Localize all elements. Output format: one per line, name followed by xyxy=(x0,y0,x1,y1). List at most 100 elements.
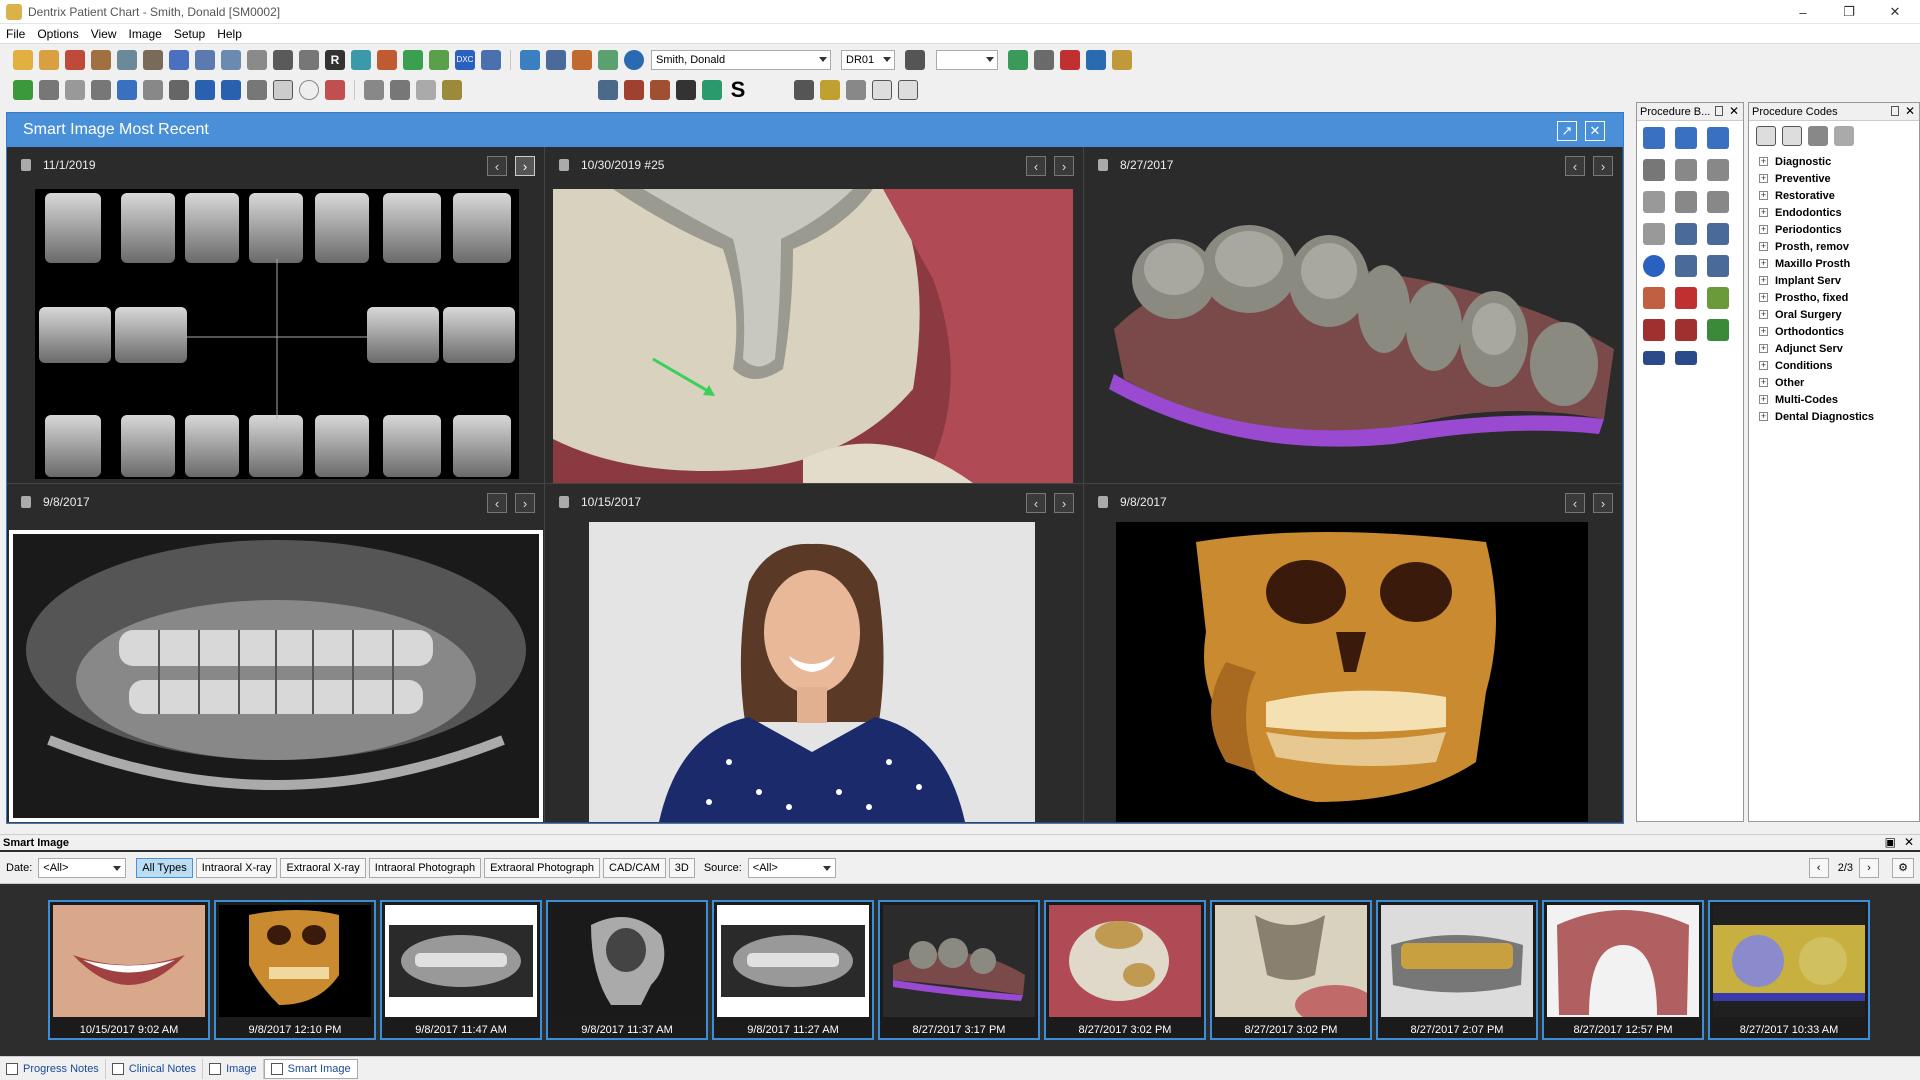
tools-icon[interactable] xyxy=(442,80,462,100)
image-cell-panoramic[interactable]: 9/8/2017 ‹ › xyxy=(7,484,545,823)
oval-icon[interactable] xyxy=(299,80,319,100)
next-image-button[interactable]: › xyxy=(515,156,535,176)
pin-icon[interactable]: ▣ xyxy=(1885,835,1896,849)
proc-category[interactable]: + Oral Surgery xyxy=(1749,306,1919,323)
expand-icon[interactable]: ↗ xyxy=(1557,121,1577,141)
info-icon[interactable] xyxy=(624,50,644,70)
xray-icon[interactable] xyxy=(1675,255,1697,277)
menu-image[interactable]: Image xyxy=(123,27,168,41)
expand-icon[interactable]: + xyxy=(1759,293,1768,302)
thumbnail[interactable]: 9/8/2017 12:10 PM xyxy=(214,900,376,1040)
quick-letters-icon[interactable] xyxy=(299,50,319,70)
appointment-book-icon[interactable] xyxy=(13,50,33,70)
tooth-icon[interactable] xyxy=(143,80,163,100)
filter-extraoral-photograph[interactable]: Extraoral Photograph xyxy=(484,857,601,878)
perio-icon[interactable] xyxy=(117,50,137,70)
expand-icon[interactable]: + xyxy=(1759,395,1768,404)
dxc-icon[interactable]: DXC xyxy=(455,50,475,70)
expand-icon[interactable]: + xyxy=(1759,191,1768,200)
apps-icon[interactable] xyxy=(702,80,722,100)
code-150-icon[interactable] xyxy=(1675,191,1697,213)
xray-icon[interactable] xyxy=(195,80,215,100)
close-icon[interactable]: ✕ xyxy=(1904,835,1914,849)
xray-icon[interactable] xyxy=(1707,223,1729,245)
eraser2-icon[interactable] xyxy=(846,80,866,100)
settings-gear-icon[interactable] xyxy=(390,80,410,100)
w-icon[interactable] xyxy=(1707,319,1729,341)
proc-category[interactable]: + Restorative xyxy=(1749,187,1919,204)
tab-progress-notes[interactable]: Progress Notes xyxy=(0,1058,106,1079)
grid-red-icon[interactable] xyxy=(624,80,644,100)
next-page-button[interactable]: › xyxy=(1859,857,1879,878)
family-file-icon[interactable] xyxy=(39,50,59,70)
continuing-care-icon[interactable] xyxy=(221,50,241,70)
thumbnail[interactable]: 8/27/2017 3:02 PM xyxy=(1044,900,1206,1040)
referral-icon[interactable]: R xyxy=(325,50,345,70)
thumbnail[interactable]: 8/27/2017 3:17 PM xyxy=(878,900,1040,1040)
prev-page-button[interactable]: ‹ xyxy=(1808,857,1829,878)
restore-button[interactable]: ❐ xyxy=(1826,0,1872,24)
pencil-icon[interactable] xyxy=(820,80,840,100)
proc-category[interactable]: + Conditions xyxy=(1749,357,1919,374)
check-icon[interactable] xyxy=(1086,50,1106,70)
image-icon[interactable] xyxy=(221,80,241,100)
next-image-button[interactable]: › xyxy=(1054,156,1074,176)
eclaims-icon[interactable] xyxy=(481,50,501,70)
hand-icon[interactable] xyxy=(91,80,111,100)
pin-icon[interactable] xyxy=(1891,106,1899,116)
report-icon[interactable] xyxy=(273,50,293,70)
crown-icon[interactable] xyxy=(1707,127,1729,149)
prev-image-button[interactable]: ‹ xyxy=(487,493,507,513)
tab-clinical-notes[interactable]: Clinical Notes xyxy=(106,1058,204,1079)
thumbnail[interactable]: 8/27/2017 10:33 AM xyxy=(1708,900,1870,1040)
thumbnail[interactable]: 8/27/2017 2:07 PM xyxy=(1376,900,1538,1040)
proc-category[interactable]: + Adjunct Serv xyxy=(1749,340,1919,357)
table-icon[interactable] xyxy=(872,80,892,100)
tooth-icon[interactable] xyxy=(1643,223,1665,245)
thumbnail[interactable]: 9/8/2017 11:37 AM xyxy=(546,900,708,1040)
layers-icon[interactable] xyxy=(598,80,618,100)
close-icon[interactable]: ✕ xyxy=(1905,104,1915,118)
xray-icon[interactable] xyxy=(1707,255,1729,277)
frame-icon[interactable] xyxy=(650,80,670,100)
chart-icon[interactable] xyxy=(91,50,111,70)
tooth-green-icon[interactable] xyxy=(1707,287,1729,309)
prescription-icon[interactable] xyxy=(351,50,371,70)
status-select[interactable] xyxy=(936,50,998,70)
tab-image[interactable]: Image xyxy=(203,1058,264,1079)
expand-icon[interactable]: + xyxy=(1759,157,1768,166)
treatment-planner-icon[interactable] xyxy=(143,50,163,70)
proc-category[interactable]: + Endodontics xyxy=(1749,204,1919,221)
expand-icon[interactable]: + xyxy=(1759,259,1768,268)
face-icon[interactable] xyxy=(1643,287,1665,309)
thumbnail[interactable]: 9/8/2017 11:27 AM xyxy=(712,900,874,1040)
expand-icon[interactable]: + xyxy=(1759,242,1768,251)
implant-icon[interactable] xyxy=(364,80,384,100)
thumbnail[interactable]: 9/8/2017 11:47 AM xyxy=(380,900,542,1040)
provider-select[interactable]: DR01 xyxy=(841,50,895,70)
perio2-icon[interactable] xyxy=(1675,351,1697,365)
grid-view-icon[interactable] xyxy=(273,80,293,100)
prev-image-button[interactable]: ‹ xyxy=(1565,156,1585,176)
image-cell-fmx[interactable]: 11/1/2019 ‹ › xyxy=(7,147,545,484)
settings-gear-icon[interactable]: ⚙ xyxy=(1892,857,1914,878)
clinical-notes-icon[interactable] xyxy=(546,50,566,70)
filter-intraoral-xray[interactable]: Intraoral X-ray xyxy=(195,857,278,878)
s-logo-icon[interactable]: S xyxy=(728,79,748,101)
draw-icon[interactable] xyxy=(169,80,189,100)
emergency-icon[interactable] xyxy=(1675,287,1697,309)
mouth-icon[interactable] xyxy=(325,80,345,100)
close-icon[interactable]: ✕ xyxy=(1729,104,1739,118)
word-icon[interactable] xyxy=(676,80,696,100)
implant-icon[interactable] xyxy=(1643,159,1665,181)
thumbnail[interactable]: 8/27/2017 12:57 PM xyxy=(1542,900,1704,1040)
proc-category[interactable]: + Prostho, fixed xyxy=(1749,289,1919,306)
proc-category[interactable]: + Prosth, remov xyxy=(1749,238,1919,255)
image-cell-intraoral-photo[interactable]: 10/30/2019 #25 ‹ › xyxy=(545,147,1084,484)
proc-category[interactable]: + Implant Serv xyxy=(1749,272,1919,289)
pen-icon[interactable] xyxy=(794,80,814,100)
xray-icon[interactable] xyxy=(1675,223,1697,245)
menu-options[interactable]: Options xyxy=(31,27,84,41)
menu-help[interactable]: Help xyxy=(211,27,248,41)
table2-icon[interactable] xyxy=(898,80,918,100)
